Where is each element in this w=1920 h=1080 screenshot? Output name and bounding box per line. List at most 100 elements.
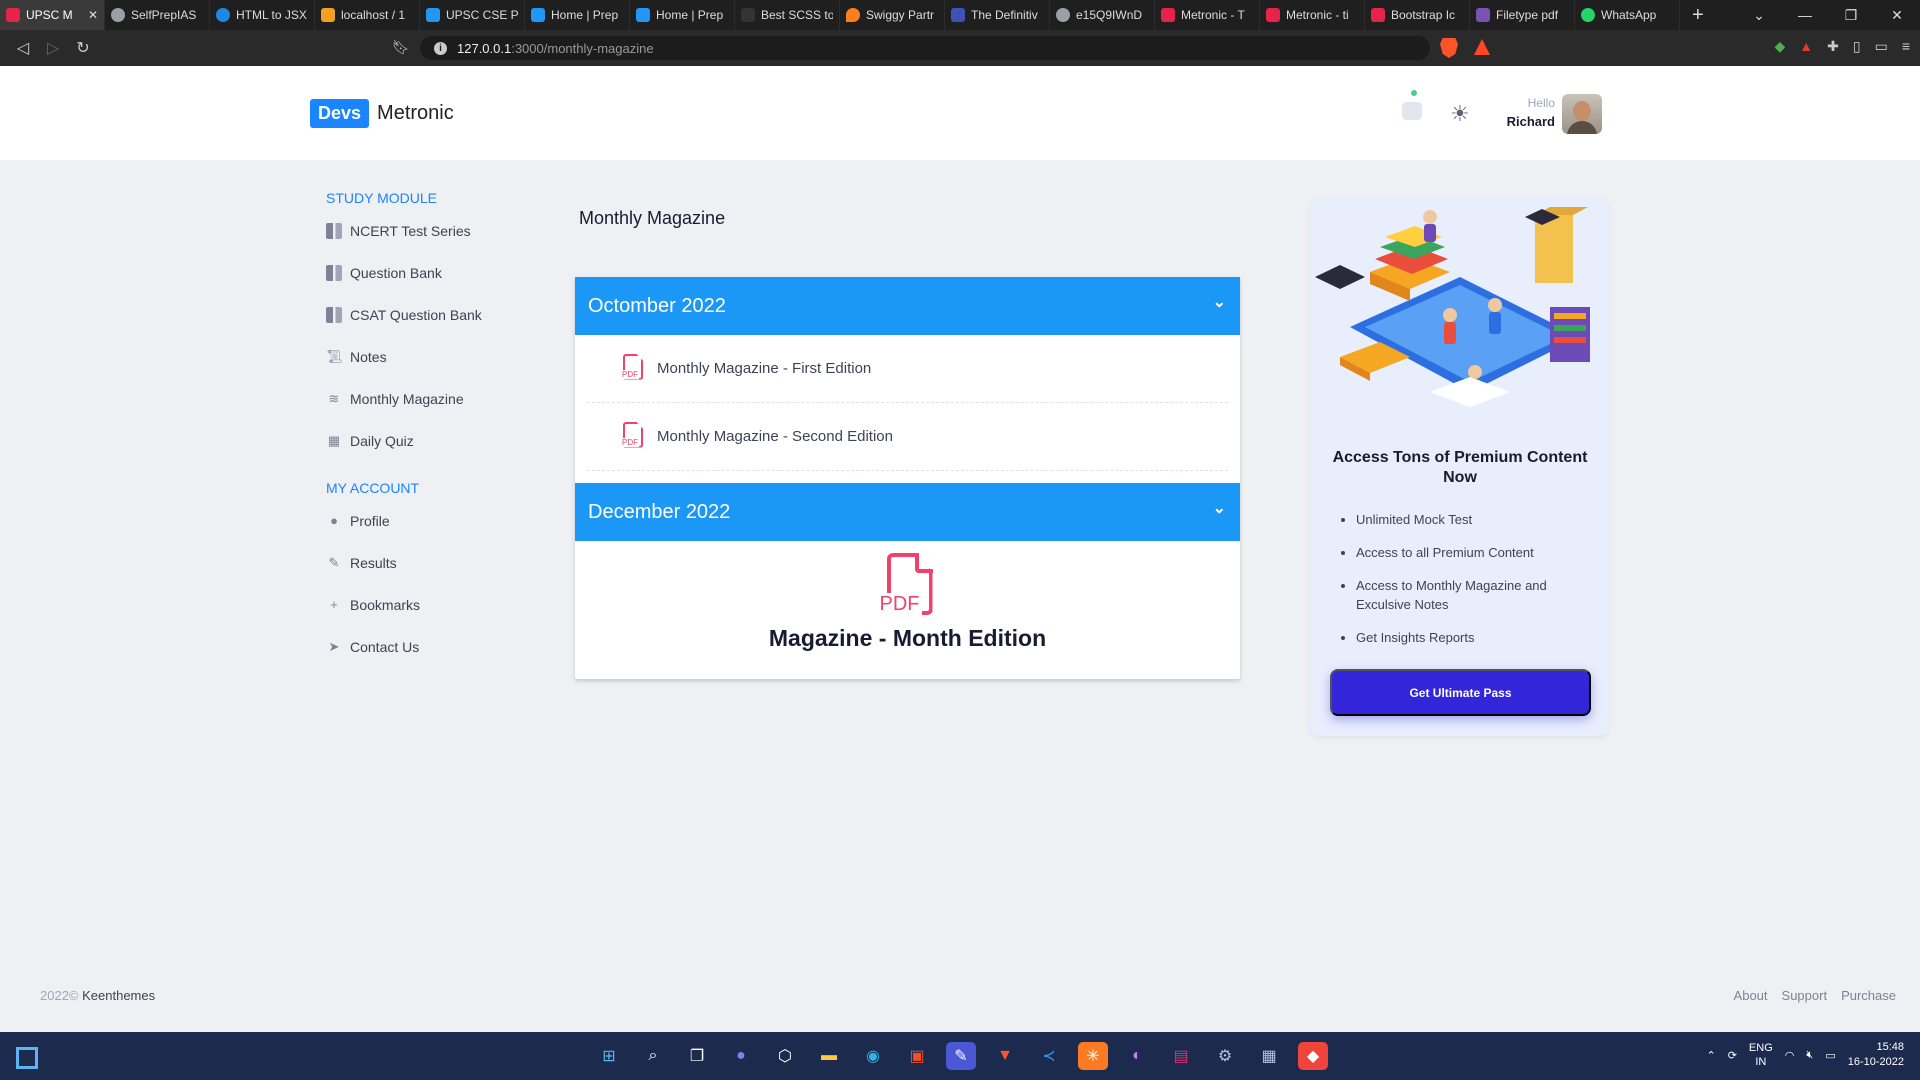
sidebar: STUDY MODULE NCERT Test Series Question … xyxy=(326,190,526,668)
sidebar-item-bookmarks[interactable]: + Bookmarks xyxy=(326,584,526,626)
minimize-button[interactable]: — xyxy=(1782,7,1828,23)
sidebar-item-results[interactable]: ✎ Results xyxy=(326,542,526,584)
language-indicator[interactable]: ENG IN xyxy=(1749,1041,1773,1069)
pdf-file-icon: PDF xyxy=(621,421,645,452)
accordion-header-december[interactable]: December 2022 ⌄ xyxy=(575,483,1240,541)
tab-title: SelfPrepIAS xyxy=(131,8,197,22)
file-explorer-icon[interactable]: ▬ xyxy=(814,1042,844,1070)
sun-icon[interactable]: ☀ xyxy=(1450,101,1470,127)
browser-tab[interactable]: UPSC CSE P xyxy=(420,0,525,30)
footer-link-support[interactable]: Support xyxy=(1782,988,1828,1003)
widgets-icon[interactable] xyxy=(16,1047,38,1069)
tab-title: Filetype pdf xyxy=(1496,8,1559,22)
magazine-file-row[interactable]: PDF Monthly Magazine - First Edition xyxy=(587,335,1228,403)
sidebar-item-notes[interactable]: 📜︎ Notes xyxy=(326,336,526,378)
brave-shields-icon[interactable] xyxy=(1440,38,1458,58)
browser-tab[interactable]: Swiggy Partr xyxy=(840,0,945,30)
browser-tab[interactable]: WhatsApp xyxy=(1575,0,1680,30)
footer-link-purchase[interactable]: Purchase xyxy=(1841,988,1896,1003)
store-icon[interactable]: ▣ xyxy=(902,1042,932,1070)
browser-tab[interactable]: Home | Prep xyxy=(630,0,735,30)
browser-tab[interactable]: Bootstrap Ic xyxy=(1365,0,1470,30)
restore-button[interactable]: ❐ xyxy=(1828,7,1874,24)
magazine-file-row[interactable]: PDF Monthly Magazine - Second Edition xyxy=(587,403,1228,471)
browser-tab[interactable]: e15Q9IWnD xyxy=(1050,0,1155,30)
tab-search-icon[interactable]: ⌄ xyxy=(1736,7,1782,24)
wifi-icon[interactable]: ◠ xyxy=(1785,1049,1795,1062)
window-controls: ⌄ — ❐ ✕ xyxy=(1736,0,1920,30)
sidebar-item-daily-quiz[interactable]: ▦ Daily Quiz xyxy=(326,420,526,462)
reload-icon[interactable]: ↻ xyxy=(68,38,98,58)
extension-icon[interactable]: ▲ xyxy=(1799,38,1813,55)
user-name[interactable]: Richard xyxy=(1480,114,1555,129)
get-ultimate-pass-button[interactable]: Get Ultimate Pass xyxy=(1330,669,1591,716)
browser-tab[interactable]: Filetype pdf xyxy=(1470,0,1575,30)
chat-icon[interactable] xyxy=(1402,102,1422,120)
wallet-icon[interactable]: ▭ xyxy=(1875,38,1888,55)
book-icon xyxy=(326,223,342,239)
pdf-icon-label: PDF xyxy=(621,437,639,447)
sidebar-item-profile[interactable]: ● Profile xyxy=(326,500,526,542)
sidebar-item-ncert-test-series[interactable]: NCERT Test Series xyxy=(326,210,526,252)
edge-icon[interactable]: ◉ xyxy=(858,1042,888,1070)
search-icon[interactable]: ⌕ xyxy=(638,1042,668,1070)
browser-tab[interactable]: UPSC M ✕ xyxy=(0,0,105,30)
vscode-icon[interactable]: ≺ xyxy=(1034,1042,1064,1070)
sidebar-item-contact-us[interactable]: ➤ Contact Us xyxy=(326,626,526,668)
editor-icon[interactable]: ✎ xyxy=(946,1042,976,1070)
tab-favicon-icon xyxy=(531,8,545,22)
accordion-header-october[interactable]: Octomber 2022 ⌄ xyxy=(575,277,1240,335)
app-icon[interactable]: ⬡ xyxy=(770,1042,800,1070)
github-icon[interactable]: ◐ xyxy=(1122,1042,1152,1070)
windows-start-icon[interactable]: ⊞ xyxy=(594,1042,624,1070)
browser-tab[interactable]: localhost / 1 xyxy=(315,0,420,30)
logo[interactable]: Devs Metronic xyxy=(310,99,454,128)
menu-icon[interactable]: ≡ xyxy=(1902,38,1910,55)
bookmark-icon[interactable]: 🔖︎ xyxy=(392,39,410,56)
address-bar[interactable]: i 127.0.0.1:3000/monthly-magazine xyxy=(420,36,1430,60)
calculator-icon[interactable]: ▦ xyxy=(1254,1042,1284,1070)
extension-icon[interactable]: ◆ xyxy=(1775,38,1786,55)
chevron-up-icon[interactable]: ⌃ xyxy=(1706,1049,1715,1062)
back-icon[interactable]: ◁ xyxy=(8,38,38,58)
chevron-down-icon: ⌄ xyxy=(1212,294,1226,311)
browser-tab[interactable]: SelfPrepIAS xyxy=(105,0,210,30)
forward-icon[interactable]: ▷ xyxy=(38,38,68,58)
accordion-body-december: PDF Magazine - Month Edition xyxy=(575,541,1240,679)
sync-icon[interactable]: ⟳ xyxy=(1728,1049,1737,1062)
pdf-file-icon[interactable]: PDF xyxy=(877,553,938,619)
magazine-accordion: Octomber 2022 ⌄ PDF Monthly Magazine - F… xyxy=(575,277,1240,679)
brave-rewards-icon[interactable] xyxy=(1474,39,1490,55)
settings-icon[interactable]: ⚙ xyxy=(1210,1042,1240,1070)
close-tab-icon[interactable]: ✕ xyxy=(88,8,98,22)
close-window-button[interactable]: ✕ xyxy=(1874,7,1920,24)
new-tab-button[interactable]: + xyxy=(1680,4,1716,27)
browser-tab[interactable]: Metronic - ti xyxy=(1260,0,1365,30)
puzzle-icon[interactable]: ✚ xyxy=(1827,38,1839,55)
tab-favicon-icon xyxy=(1266,8,1280,22)
browser-tab[interactable]: Home | Prep xyxy=(525,0,630,30)
footer-year: 2022© xyxy=(40,988,79,1003)
xampp-icon[interactable]: ✳ xyxy=(1078,1042,1108,1070)
sidebar-toggle-icon[interactable]: ▯ xyxy=(1853,38,1861,55)
sidebar-item-question-bank[interactable]: Question Bank xyxy=(326,252,526,294)
avatar[interactable] xyxy=(1562,94,1602,134)
browser-tab[interactable]: The Definitiv xyxy=(945,0,1050,30)
footer-link-about[interactable]: About xyxy=(1734,988,1768,1003)
brave-icon[interactable]: ▼ xyxy=(990,1042,1020,1070)
browser-tab[interactable]: Best SCSS to xyxy=(735,0,840,30)
footer-brand-link[interactable]: Keenthemes xyxy=(82,988,155,1003)
tab-favicon-icon xyxy=(321,8,335,22)
browser-tab[interactable]: Metronic - T xyxy=(1155,0,1260,30)
browser-tab[interactable]: HTML to JSX xyxy=(210,0,315,30)
battery-icon[interactable]: ▭ xyxy=(1825,1049,1835,1062)
site-info-icon[interactable]: i xyxy=(434,41,447,55)
volume-muted-icon[interactable]: 🔇︎ xyxy=(1806,1049,1813,1062)
anydesk-icon[interactable]: ◆ xyxy=(1298,1042,1328,1070)
teams-chat-icon[interactable]: ● xyxy=(726,1042,756,1070)
sidebar-item-monthly-magazine[interactable]: ≋ Monthly Magazine xyxy=(326,378,526,420)
winrar-icon[interactable]: ▤ xyxy=(1166,1042,1196,1070)
sidebar-item-csat-question-bank[interactable]: CSAT Question Bank xyxy=(326,294,526,336)
clock[interactable]: 15:48 16-10-2022 xyxy=(1848,1040,1904,1070)
task-view-icon[interactable]: ❐ xyxy=(682,1042,712,1070)
